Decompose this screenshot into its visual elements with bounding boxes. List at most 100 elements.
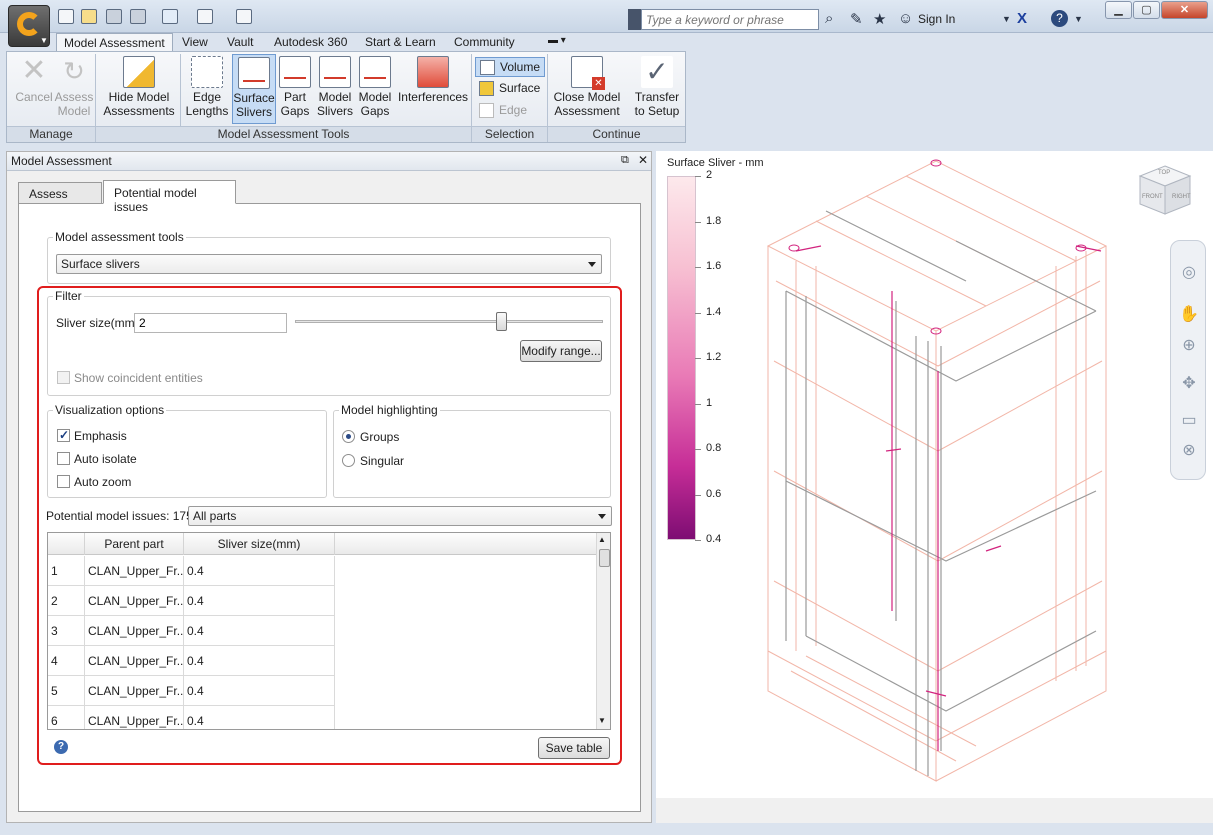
legend-tick-mark <box>695 176 701 177</box>
row-number: 1 <box>48 556 85 586</box>
chevron-down-icon[interactable]: ▼ <box>1002 14 1011 24</box>
help-icon[interactable]: ? <box>54 740 68 754</box>
tab-model-assessment[interactable]: Model Assessment <box>56 33 173 51</box>
table-row[interactable]: 3 CLAN_Upper_Fr... 0.4 <box>48 616 335 646</box>
column-sliver-size[interactable]: Sliver size(mm) <box>184 533 335 555</box>
sign-in-link[interactable]: Sign In <box>918 12 955 26</box>
navigation-bar: ◎ ✋ ⊕ ✥ ▭ ⊗ <box>1170 240 1206 480</box>
close-window-button[interactable]: ✕ <box>1161 1 1208 19</box>
cancel-button: ✕ Cancel <box>15 54 53 105</box>
tab-potential-model-issues[interactable]: Potential model issues <box>103 180 236 214</box>
tab-assess-model[interactable]: Assess model <box>18 182 102 215</box>
close-model-assessment-button[interactable]: ✕ Close Model Assessment <box>550 54 624 124</box>
model-gaps-button[interactable]: Model Gaps <box>355 54 395 124</box>
auto-zoom-checkbox[interactable] <box>57 475 70 488</box>
sliver-size-input[interactable] <box>134 313 287 333</box>
singular-radio[interactable] <box>342 454 355 467</box>
tab-community[interactable]: Community <box>447 33 522 51</box>
modify-range-button[interactable]: Modify range... <box>520 340 602 362</box>
maximize-button[interactable]: ▢ <box>1133 1 1160 19</box>
legend-tick-label: 1.8 <box>706 214 722 227</box>
refresh-icon: ↻ <box>63 56 85 86</box>
selection-surface[interactable]: Surface <box>475 79 545 99</box>
user-icon: ☺ <box>898 10 914 27</box>
properties-icon[interactable] <box>236 9 252 24</box>
wrench-icon[interactable]: ✎ <box>850 10 863 28</box>
emphasis-checkbox[interactable] <box>57 428 70 442</box>
orbit-icon[interactable]: ✥ <box>1179 374 1199 394</box>
search-expander[interactable] <box>628 9 641 30</box>
search-input[interactable] <box>641 9 819 30</box>
interferences-button[interactable]: Interferences <box>396 54 470 124</box>
close-panel-icon[interactable]: ✕ <box>638 153 648 167</box>
save-icon[interactable] <box>106 9 122 24</box>
tool-select[interactable]: Surface slivers <box>56 254 602 274</box>
sliver-size-slider[interactable] <box>295 320 603 323</box>
scroll-thumb[interactable] <box>599 549 610 567</box>
minimize-button[interactable]: ▁ <box>1105 1 1132 19</box>
pan-hand-icon[interactable]: ✋ <box>1179 305 1199 325</box>
legend-tick-mark <box>695 221 701 223</box>
steering-wheel-icon[interactable]: ◎ <box>1179 263 1199 283</box>
application-menu-button[interactable]: ▼ <box>8 5 50 47</box>
ribbon-options-icon[interactable]: ▬ ▾ <box>541 33 573 51</box>
panel-label-continue: Continue <box>548 126 685 142</box>
float-panel-icon[interactable]: ⧉ <box>621 154 629 167</box>
save-as-icon[interactable] <box>130 9 146 24</box>
edge-lengths-icon <box>191 56 223 88</box>
auto-isolate-checkbox[interactable] <box>57 452 70 465</box>
tab-view[interactable]: View <box>175 33 215 51</box>
favorites-star-icon[interactable]: ★ <box>873 10 886 28</box>
parts-filter-select[interactable]: All parts <box>188 506 612 526</box>
look-at-icon[interactable]: ▭ <box>1179 411 1199 431</box>
groups-radio[interactable] <box>342 430 355 443</box>
emphasis-label: Emphasis <box>74 429 127 443</box>
binoculars-icon[interactable]: ⌕ <box>825 10 833 27</box>
open-folder-icon[interactable] <box>81 9 97 24</box>
part-icon[interactable] <box>197 9 213 24</box>
selection-volume[interactable]: Volume <box>475 57 545 77</box>
legend-tick-mark <box>695 449 701 450</box>
graphics-viewport[interactable] <box>656 151 1213 798</box>
select-icon[interactable] <box>162 9 178 24</box>
table-row[interactable]: 4 CLAN_Upper_Fr... 0.4 <box>48 646 335 676</box>
legend-tick-mark <box>695 312 701 314</box>
transfer-to-setup-button[interactable]: ✓ Transfer to Setup <box>629 54 685 124</box>
edge-lengths-button[interactable]: Edge Lengths <box>184 54 230 124</box>
tab-autodesk-360[interactable]: Autodesk 360 <box>267 33 354 51</box>
table-row[interactable]: 1 CLAN_Upper_Fr... 0.4 <box>48 556 335 586</box>
issues-table: Parent part Sliver size(mm) 1 CLAN_Upper_… <box>47 532 611 730</box>
new-file-icon[interactable] <box>58 9 74 24</box>
groups-label: Groups <box>360 430 400 444</box>
help-icon[interactable]: ? <box>1051 10 1068 27</box>
table-scrollbar[interactable]: ▲ ▼ <box>596 533 610 729</box>
sliver-size-cell: 0.4 <box>184 556 335 586</box>
save-table-button[interactable]: Save table <box>538 737 610 759</box>
surface-slivers-button[interactable]: Surface Slivers <box>232 54 276 124</box>
panel-label-tools: Model Assessment Tools <box>96 126 471 142</box>
chevron-down-icon[interactable]: ▼ <box>1074 14 1083 24</box>
sliver-size-cell: 0.4 <box>184 616 335 646</box>
resize-grip[interactable] <box>1187 798 1213 823</box>
scroll-up-icon[interactable]: ▲ <box>598 535 606 544</box>
tab-start-learn[interactable]: Start & Learn <box>358 33 443 51</box>
edge-icon <box>479 103 494 118</box>
slider-thumb[interactable] <box>496 312 508 331</box>
model-slivers-button[interactable]: Model Slivers <box>315 54 355 124</box>
tab-vault[interactable]: Vault <box>220 33 260 51</box>
table-row[interactable]: 2 CLAN_Upper_Fr... 0.4 <box>48 586 335 616</box>
hide-model-assessments-button[interactable]: Hide Model Assessments <box>99 54 179 124</box>
legend-tick-mark <box>695 494 701 496</box>
exchange-icon[interactable]: X <box>1017 10 1027 27</box>
legend-tick-label: 1.4 <box>706 305 722 318</box>
table-row[interactable]: 5 CLAN_Upper_Fr... 0.4 <box>48 676 335 706</box>
viewcube[interactable]: TOP FRONT RIGHT <box>1136 160 1194 220</box>
part-gaps-button[interactable]: Part Gaps <box>276 54 314 124</box>
zoom-icon[interactable]: ⊕ <box>1179 336 1199 356</box>
volume-icon <box>480 60 495 75</box>
table-row[interactable]: 6 CLAN_Upper_Fr... 0.4 <box>48 706 335 729</box>
full-navigation-icon[interactable]: ⊗ <box>1179 441 1199 461</box>
chevron-down-icon: ▼ <box>40 36 48 45</box>
scroll-down-icon[interactable]: ▼ <box>598 716 606 725</box>
column-parent-part[interactable]: Parent part <box>85 533 184 555</box>
